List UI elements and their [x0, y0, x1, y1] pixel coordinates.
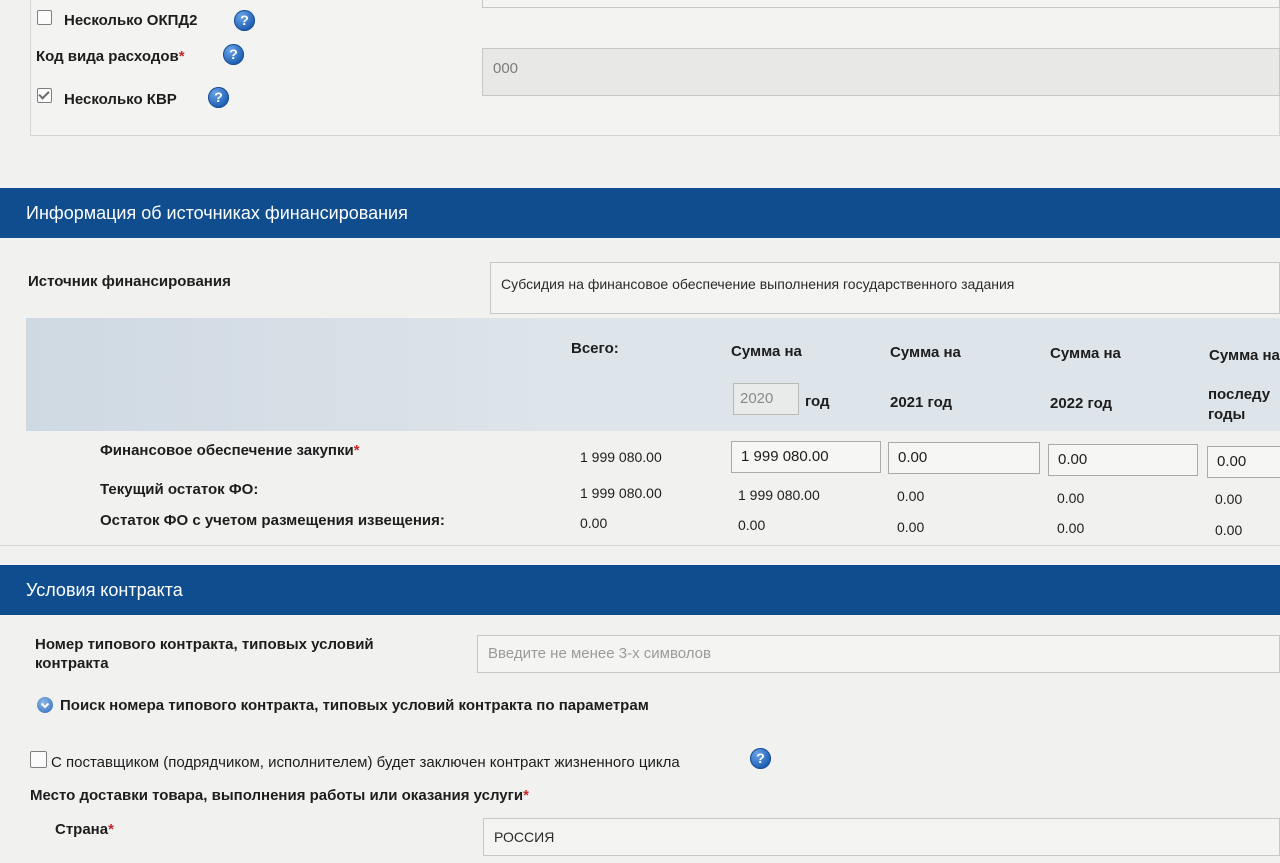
table-cell-year1: 1 999 080.00 [738, 487, 820, 503]
col-later-line1: последу [1208, 386, 1271, 403]
divider [0, 545, 1280, 546]
col-year3-header: Сумма на [1050, 345, 1121, 362]
col-year3-year: 2022 год [1050, 395, 1113, 412]
country-select[interactable]: РОССИЯ [483, 818, 1280, 856]
lifecycle-contract-label: С поставщиком (подрядчиком, исполнителем… [51, 754, 680, 771]
help-icon[interactable]: ? [208, 87, 229, 108]
table-cell-total: 1 999 080.00 [580, 485, 662, 501]
multiple-kvr-label: Несколько КВР [64, 91, 177, 108]
expense-code-input[interactable]: 000 [482, 48, 1280, 96]
help-icon[interactable]: ? [234, 10, 255, 31]
col-later-line2: годы [1208, 406, 1246, 423]
table-row-label: Финансовое обеспечение закупки* [100, 442, 360, 459]
help-icon[interactable]: ? [750, 748, 771, 769]
col-year1-header: Сумма на [731, 343, 802, 360]
table-cell-total: 1 999 080.00 [580, 449, 662, 465]
table-cell-total: 0.00 [580, 515, 608, 531]
multiple-okpd2-checkbox[interactable] [37, 10, 52, 25]
table-cell-year2: 0.00 [897, 519, 925, 535]
multiple-kvr-checkbox[interactable] [37, 88, 52, 103]
typical-contract-input[interactable]: Введите не менее 3-х символов [477, 635, 1280, 673]
lifecycle-contract-checkbox[interactable] [30, 751, 47, 768]
table-cell-year2: 0.00 [897, 488, 925, 504]
table-cell-year3: 0.00 [1057, 520, 1085, 536]
typical-contract-label: Номер типового контракта, типовых услови… [35, 636, 374, 653]
okpd2-field-edge[interactable] [482, 0, 1280, 8]
financing-source-field[interactable]: Субсидия на финансовое обеспечение выпол… [490, 262, 1280, 314]
chevron-down-icon[interactable] [37, 697, 53, 713]
amount-input-year1[interactable]: 1 999 080.00 [731, 441, 881, 473]
table-row-label: Остаток ФО с учетом размещения извещения… [100, 512, 445, 529]
financing-section-header: Информация об источниках финансирования [0, 188, 1280, 238]
expense-code-label: Код вида расходов* [36, 48, 185, 65]
col-year1-unit: год [805, 393, 830, 410]
country-label: Страна* [55, 821, 114, 838]
financing-table-header [26, 318, 1280, 431]
delivery-place-label: Место доставки товара, выполнения работы… [30, 787, 529, 804]
col-year2-header: Сумма на [890, 344, 961, 361]
col-later-header: Сумма на [1209, 347, 1280, 364]
table-cell-year1: 0.00 [738, 517, 766, 533]
search-by-params-link[interactable]: Поиск номера типового контракта, типовых… [60, 697, 649, 714]
table-cell-later: 0.00 [1215, 522, 1243, 538]
amount-input-year2[interactable]: 0.00 [888, 442, 1040, 474]
typical-contract-label-line2: контракта [35, 655, 109, 672]
table-cell-later: 0.00 [1215, 491, 1243, 507]
col-total-header: Всего: [571, 340, 619, 357]
year-input[interactable]: 2020 [733, 383, 799, 415]
help-icon[interactable]: ? [223, 44, 244, 65]
contract-section-header: Условия контракта [0, 565, 1280, 615]
financing-source-label: Источник финансирования [28, 273, 231, 290]
amount-input-year3[interactable]: 0.00 [1048, 444, 1198, 476]
table-cell-year3: 0.00 [1057, 490, 1085, 506]
table-row-label: Текущий остаток ФО: [100, 481, 259, 498]
col-year2-year: 2021 год [890, 394, 953, 411]
multiple-okpd2-label: Несколько ОКПД2 [64, 12, 198, 29]
amount-input-later[interactable]: 0.00 [1207, 446, 1280, 478]
